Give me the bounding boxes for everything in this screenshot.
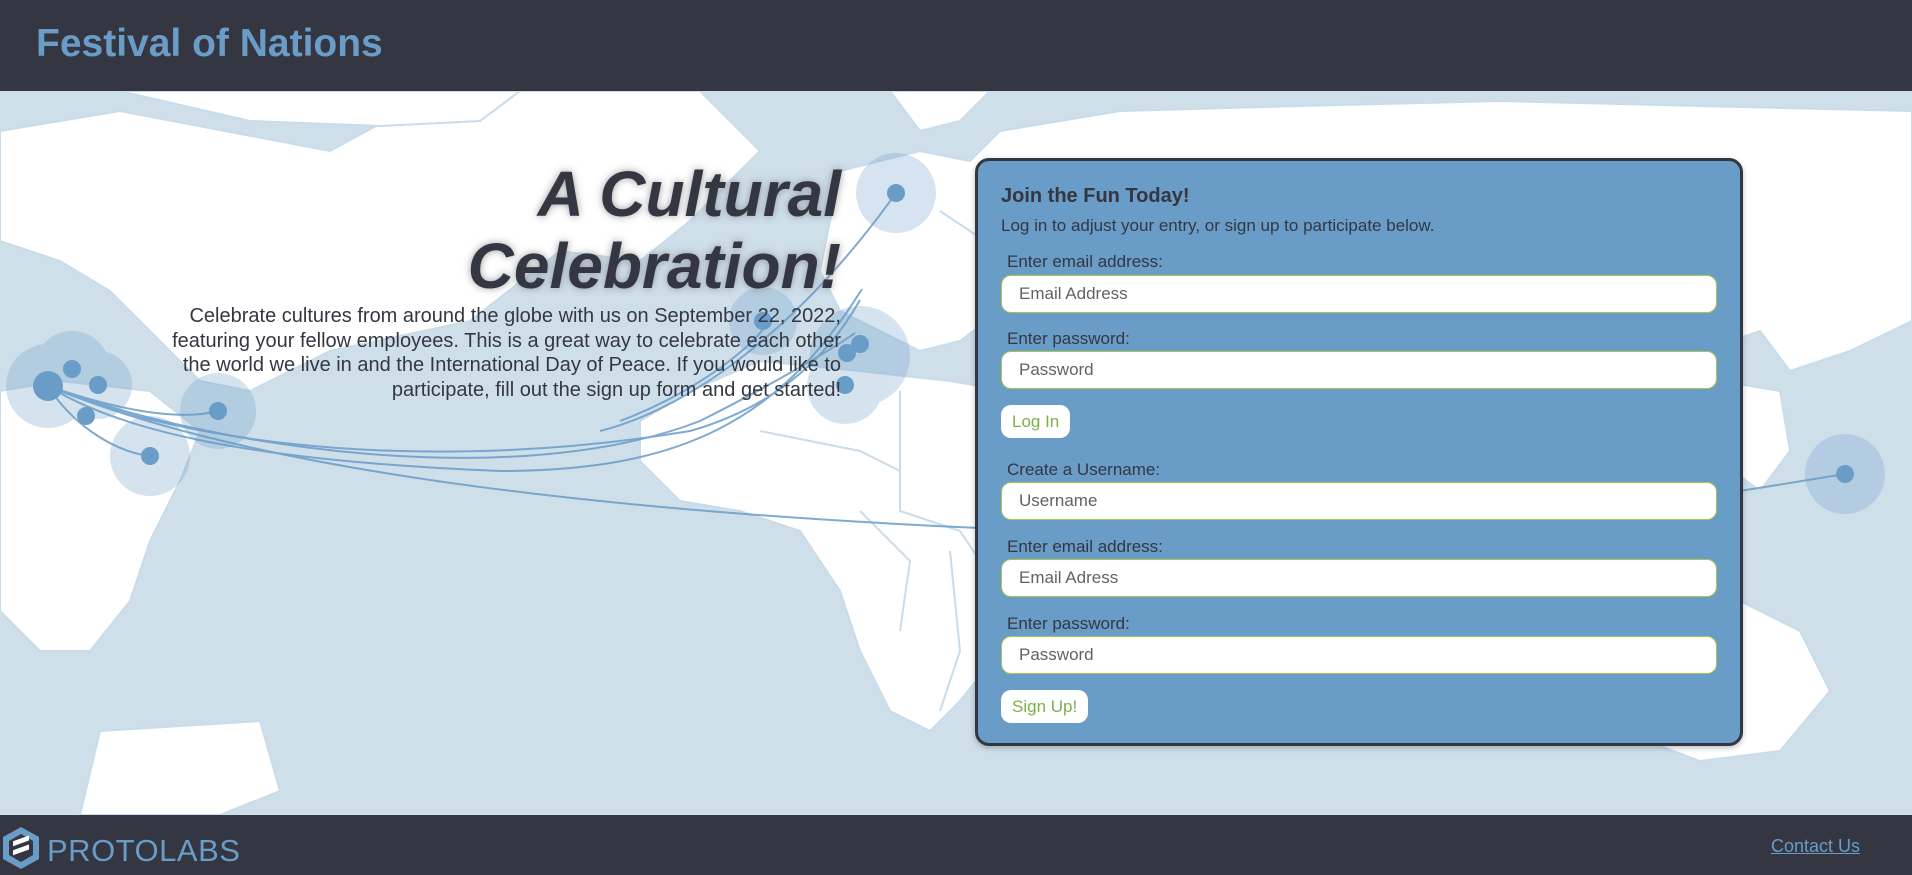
login-email-input[interactable]: [1001, 275, 1717, 313]
login-email-label: Enter email address:: [1007, 252, 1163, 271]
protolabs-logo-text: PROTOLABS: [47, 833, 241, 868]
hero-description: Celebrate cultures from around the globe…: [172, 305, 841, 401]
footer-bar: PROTOLABS Contact Us: [0, 815, 1912, 875]
panel-title: Join the Fun Today!: [1001, 185, 1190, 207]
signup-username-label: Create a Username:: [1007, 460, 1161, 479]
signup-email-input[interactable]: [1001, 559, 1717, 597]
contact-us-link[interactable]: Contact Us: [1771, 836, 1860, 857]
login-button[interactable]: Log In: [1001, 405, 1071, 438]
site-title[interactable]: Festival of Nations: [36, 22, 383, 66]
protolabs-logo-icon: [3, 827, 39, 869]
signup-username-input[interactable]: [1001, 482, 1717, 520]
login-password-input[interactable]: [1001, 351, 1717, 389]
signup-email-label: Enter email address:: [1007, 537, 1163, 556]
login-password-label: Enter password:: [1007, 329, 1130, 348]
signup-button[interactable]: Sign Up!: [1001, 690, 1089, 723]
panel-subtitle: Log in to adjust your entry, or sign up …: [1001, 216, 1435, 235]
signup-password-input[interactable]: [1001, 636, 1717, 674]
signup-password-label: Enter password:: [1007, 614, 1130, 633]
join-panel: Join the Fun Today! Log in to adjust you…: [975, 158, 1743, 746]
hero-section: A Cultural Celebration! Celebrate cultur…: [150, 158, 841, 402]
hero-title: A Cultural Celebration!: [467, 158, 841, 302]
header-bar: Festival of Nations: [0, 0, 1912, 91]
